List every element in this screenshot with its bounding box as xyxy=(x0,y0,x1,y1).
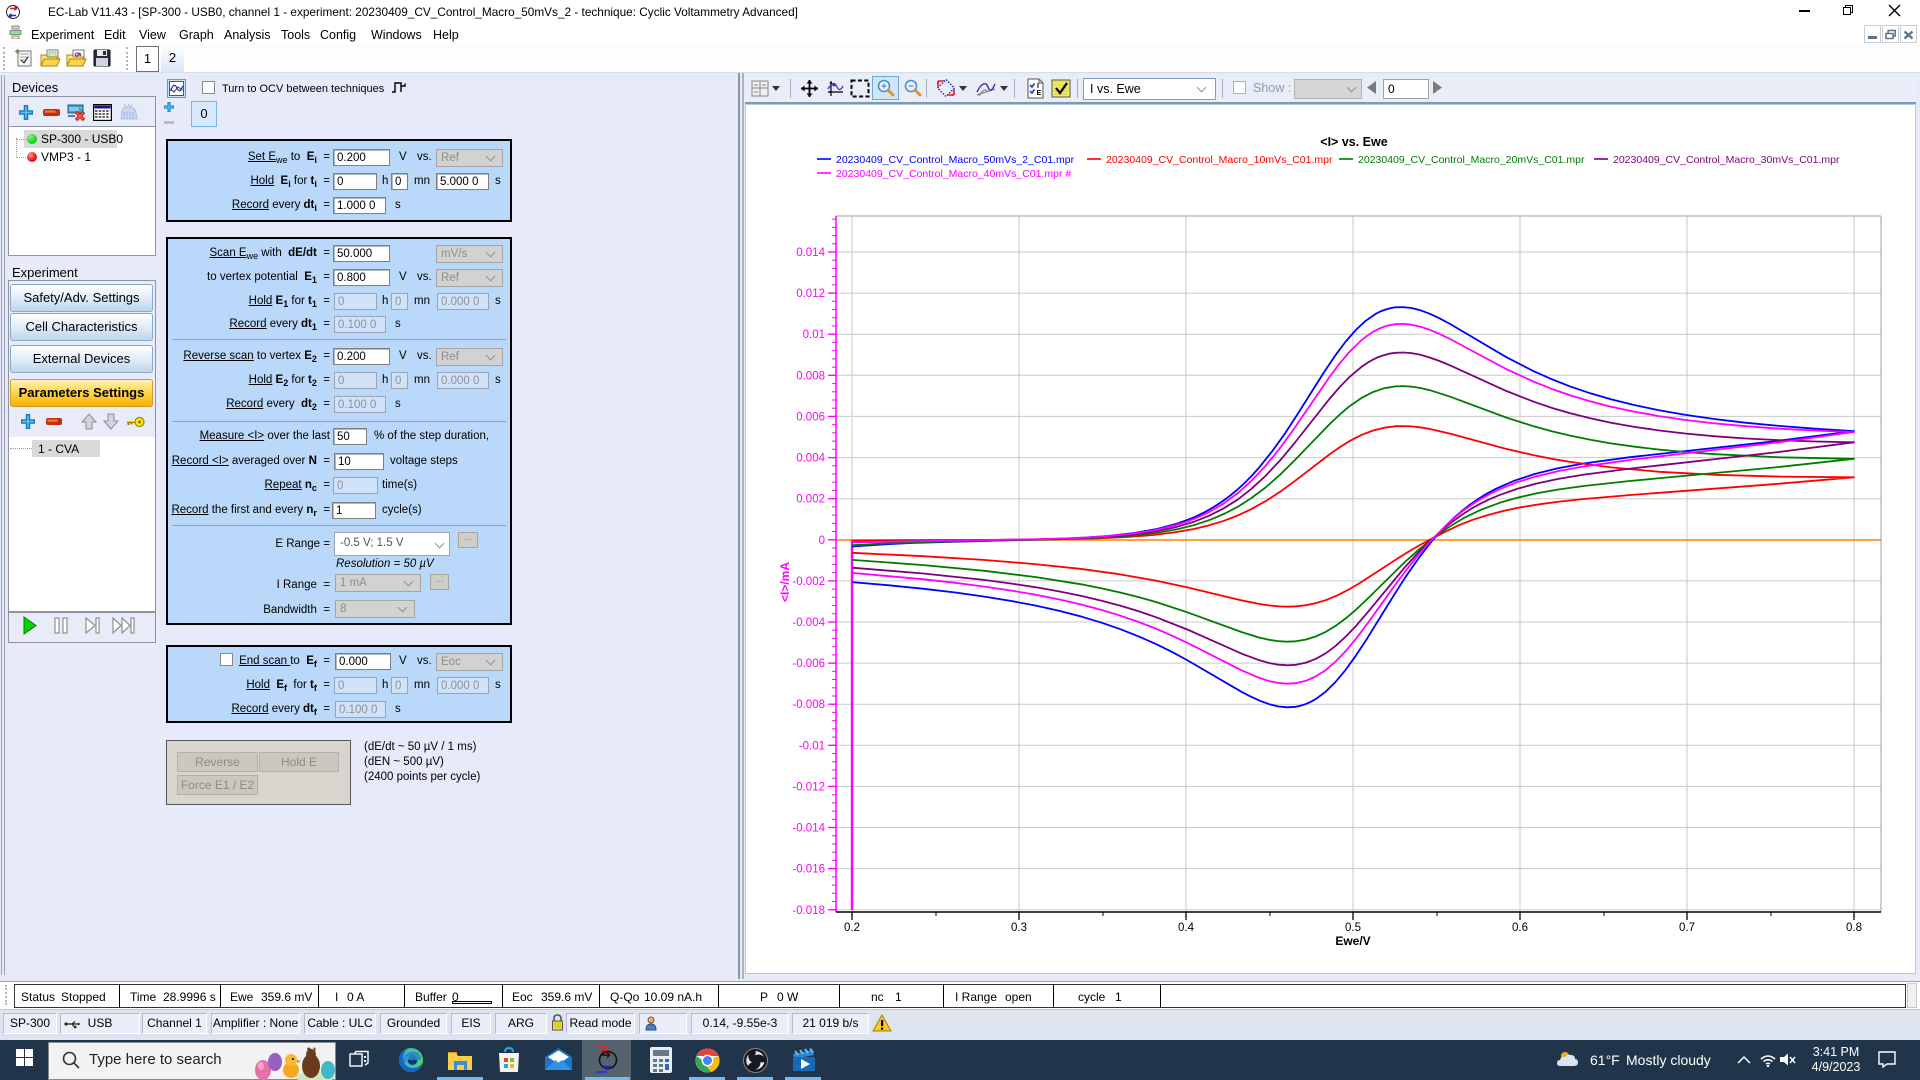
svg-text:-0.002: -0.002 xyxy=(792,576,825,588)
svg-text:0.008: 0.008 xyxy=(796,370,825,382)
svg-text:0.01: 0.01 xyxy=(803,329,825,341)
svg-text:0.5: 0.5 xyxy=(1345,922,1361,934)
svg-text:20230409_CV_Control_Macro_40mV: 20230409_CV_Control_Macro_40mVs_C01.mpr … xyxy=(836,168,1071,180)
svg-text:-0.018: -0.018 xyxy=(792,905,825,917)
svg-text:0.012: 0.012 xyxy=(796,288,825,300)
svg-text:-0.012: -0.012 xyxy=(792,781,825,793)
svg-text:-0.016: -0.016 xyxy=(792,864,825,876)
svg-text:-0.014: -0.014 xyxy=(792,823,825,835)
svg-text:Ewe/V: Ewe/V xyxy=(1335,934,1370,948)
svg-text:-0.008: -0.008 xyxy=(792,699,825,711)
svg-text:0.8: 0.8 xyxy=(1846,922,1862,934)
svg-text:0.004: 0.004 xyxy=(796,453,825,465)
svg-text:0.014: 0.014 xyxy=(796,247,825,259)
svg-text:0.6: 0.6 xyxy=(1512,922,1528,934)
svg-text:-0.004: -0.004 xyxy=(792,617,825,629)
svg-text:0.4: 0.4 xyxy=(1178,922,1195,934)
svg-text:0.3: 0.3 xyxy=(1011,922,1027,934)
svg-text:<I>/mA: <I>/mA xyxy=(778,562,792,602)
svg-text:0.7: 0.7 xyxy=(1679,922,1695,934)
svg-text:0.2: 0.2 xyxy=(844,922,860,934)
svg-text:20230409_CV_Control_Macro_10mV: 20230409_CV_Control_Macro_10mVs_C01.mpr xyxy=(1106,154,1333,166)
svg-text:<I> vs. Ewe: <I> vs. Ewe xyxy=(1320,135,1387,149)
svg-text:-0.01: -0.01 xyxy=(799,740,825,752)
svg-text:20230409_CV_Control_Macro_30mV: 20230409_CV_Control_Macro_30mVs_C01.mpr xyxy=(1613,154,1840,166)
svg-text:0.002: 0.002 xyxy=(796,494,825,506)
svg-text:20230409_CV_Control_Macro_50mV: 20230409_CV_Control_Macro_50mVs_2_C01.mp… xyxy=(836,154,1075,166)
svg-text:0.006: 0.006 xyxy=(796,411,825,423)
svg-text:-0.006: -0.006 xyxy=(792,658,825,670)
svg-text:20230409_CV_Control_Macro_20mV: 20230409_CV_Control_Macro_20mVs_C01.mpr xyxy=(1358,154,1585,166)
svg-text:I: I xyxy=(1037,83,1039,90)
svg-text:E: E xyxy=(1037,90,1042,97)
svg-text:0: 0 xyxy=(819,535,825,547)
